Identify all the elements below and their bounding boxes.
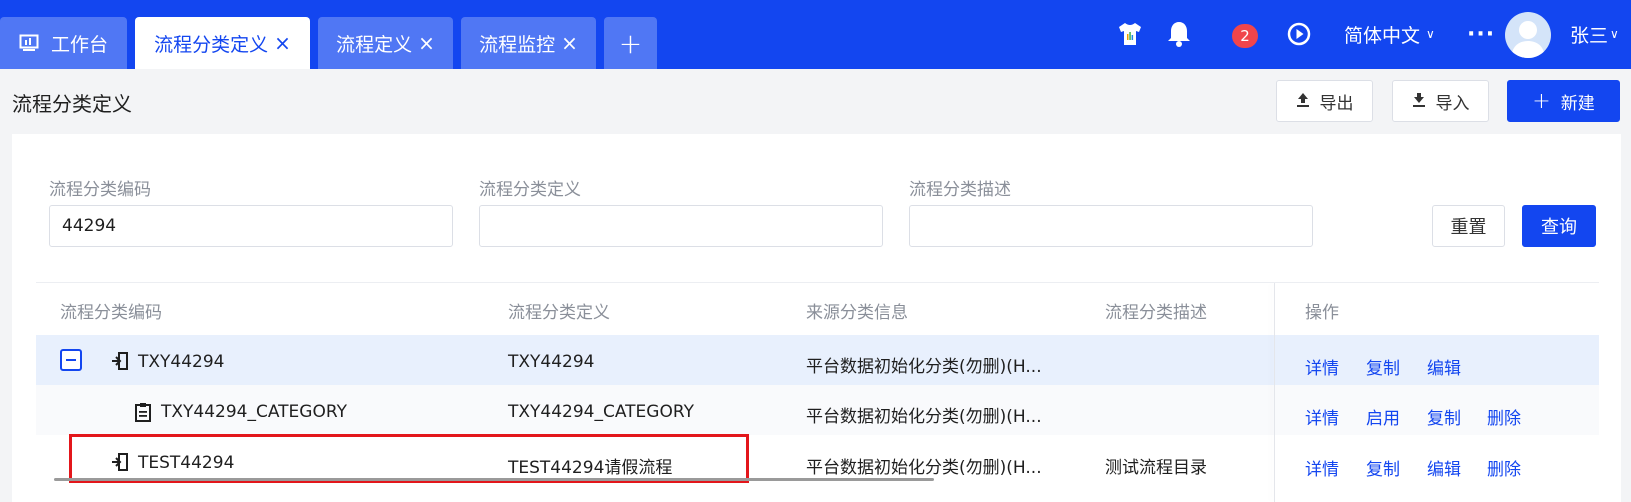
copy-link[interactable]: 复制 xyxy=(1366,354,1400,379)
bell-icon xyxy=(1168,22,1190,47)
tshirt-icon xyxy=(1119,23,1141,45)
query-button[interactable]: 查询 xyxy=(1522,205,1596,247)
row-definition: TXY44294 xyxy=(508,352,595,372)
filter-code-input[interactable] xyxy=(49,205,453,247)
import-button[interactable]: 导入 xyxy=(1392,80,1489,122)
column-header-definition: 流程分类定义 xyxy=(508,303,610,323)
row-source: 平台数据初始化分类(勿删)(H... xyxy=(806,458,1042,478)
edit-link[interactable]: 编辑 xyxy=(1427,354,1461,379)
close-icon[interactable]: × xyxy=(274,31,291,55)
horizontal-scrollbar[interactable] xyxy=(54,478,934,481)
plus-icon: + xyxy=(618,26,643,60)
language-label: 简体中文 xyxy=(1344,24,1421,47)
folder-export-icon xyxy=(110,351,130,376)
export-button[interactable]: 导出 xyxy=(1276,80,1373,122)
add-tab-button[interactable]: + xyxy=(604,17,657,69)
close-icon[interactable]: × xyxy=(418,31,435,55)
download-icon xyxy=(1412,92,1426,111)
chevron-down-icon: ∨ xyxy=(1610,27,1619,41)
row-code: TXY44294 xyxy=(138,352,225,372)
filter-code-label: 流程分类编码 xyxy=(49,180,151,200)
delete-link[interactable]: 删除 xyxy=(1487,455,1521,480)
tab-process-monitor[interactable]: 流程监控 × xyxy=(461,17,596,69)
filter-description-input[interactable] xyxy=(909,205,1313,247)
tab-label: 流程定义 xyxy=(336,33,413,56)
language-selector[interactable]: 简体中文 ∨ xyxy=(1344,18,1435,50)
tab-process-category[interactable]: 流程分类定义 × xyxy=(135,17,310,69)
divider xyxy=(36,282,1599,283)
column-header-actions: 操作 xyxy=(1305,303,1339,323)
user-menu[interactable]: 张三 ∨ xyxy=(1570,18,1619,50)
detail-link[interactable]: 详情 xyxy=(1305,404,1339,429)
tab-label: 流程监控 xyxy=(479,33,556,56)
more-button[interactable]: ··· xyxy=(1467,18,1495,50)
chevron-down-icon: ∨ xyxy=(1426,27,1435,41)
column-header-description: 流程分类描述 xyxy=(1105,303,1207,323)
filter-definition-label: 流程分类定义 xyxy=(479,180,581,200)
tab-label: 工作台 xyxy=(50,33,108,56)
row-source: 平台数据初始化分类(勿删)(H... xyxy=(806,357,1042,377)
notification-button[interactable] xyxy=(1166,18,1192,50)
collapse-toggle[interactable] xyxy=(60,349,82,371)
detail-link[interactable]: 详情 xyxy=(1305,354,1339,379)
user-name: 张三 xyxy=(1570,24,1609,47)
export-label: 导出 xyxy=(1319,93,1354,114)
detail-link[interactable]: 详情 xyxy=(1305,455,1339,480)
more-icon: ··· xyxy=(1467,21,1496,47)
clipboard-icon xyxy=(134,402,152,427)
play-button[interactable] xyxy=(1286,18,1312,50)
filter-definition-input[interactable] xyxy=(479,205,883,247)
notification-badge: 2 xyxy=(1232,24,1258,48)
tab-workbench[interactable]: 工作台 xyxy=(0,17,127,69)
new-button[interactable]: + 新建 xyxy=(1507,80,1620,122)
row-source: 平台数据初始化分类(勿删)(H... xyxy=(806,407,1042,427)
import-label: 导入 xyxy=(1435,93,1470,114)
play-circle-icon xyxy=(1287,22,1311,46)
column-header-code: 流程分类编码 xyxy=(60,303,162,323)
avatar[interactable] xyxy=(1505,12,1551,58)
upload-icon xyxy=(1296,92,1310,111)
tab-process-definition[interactable]: 流程定义 × xyxy=(318,17,453,69)
tab-label: 流程分类定义 xyxy=(154,33,269,56)
delete-link[interactable]: 删除 xyxy=(1487,404,1521,429)
row-description: 测试流程目录 xyxy=(1105,458,1207,478)
column-header-source: 来源分类信息 xyxy=(806,303,908,323)
copy-link[interactable]: 复制 xyxy=(1366,455,1400,480)
page-title: 流程分类定义 xyxy=(12,92,132,116)
plus-icon: + xyxy=(1532,88,1551,114)
minus-icon xyxy=(66,359,76,361)
new-label: 新建 xyxy=(1560,93,1595,114)
copy-link[interactable]: 复制 xyxy=(1427,404,1461,429)
filter-description-label: 流程分类描述 xyxy=(909,180,1011,200)
row-code: TXY44294_CATEGORY xyxy=(161,402,347,422)
row-definition: TXY44294_CATEGORY xyxy=(508,402,694,422)
fixed-column-divider xyxy=(1274,283,1275,502)
reset-button[interactable]: 重置 xyxy=(1432,205,1505,247)
theme-button[interactable] xyxy=(1116,18,1144,50)
monitor-icon xyxy=(19,34,39,51)
highlight-box xyxy=(69,434,749,483)
edit-link[interactable]: 编辑 xyxy=(1427,455,1461,480)
user-avatar-icon xyxy=(1511,21,1545,58)
close-icon[interactable]: × xyxy=(561,31,578,55)
enable-link[interactable]: 启用 xyxy=(1366,404,1400,429)
